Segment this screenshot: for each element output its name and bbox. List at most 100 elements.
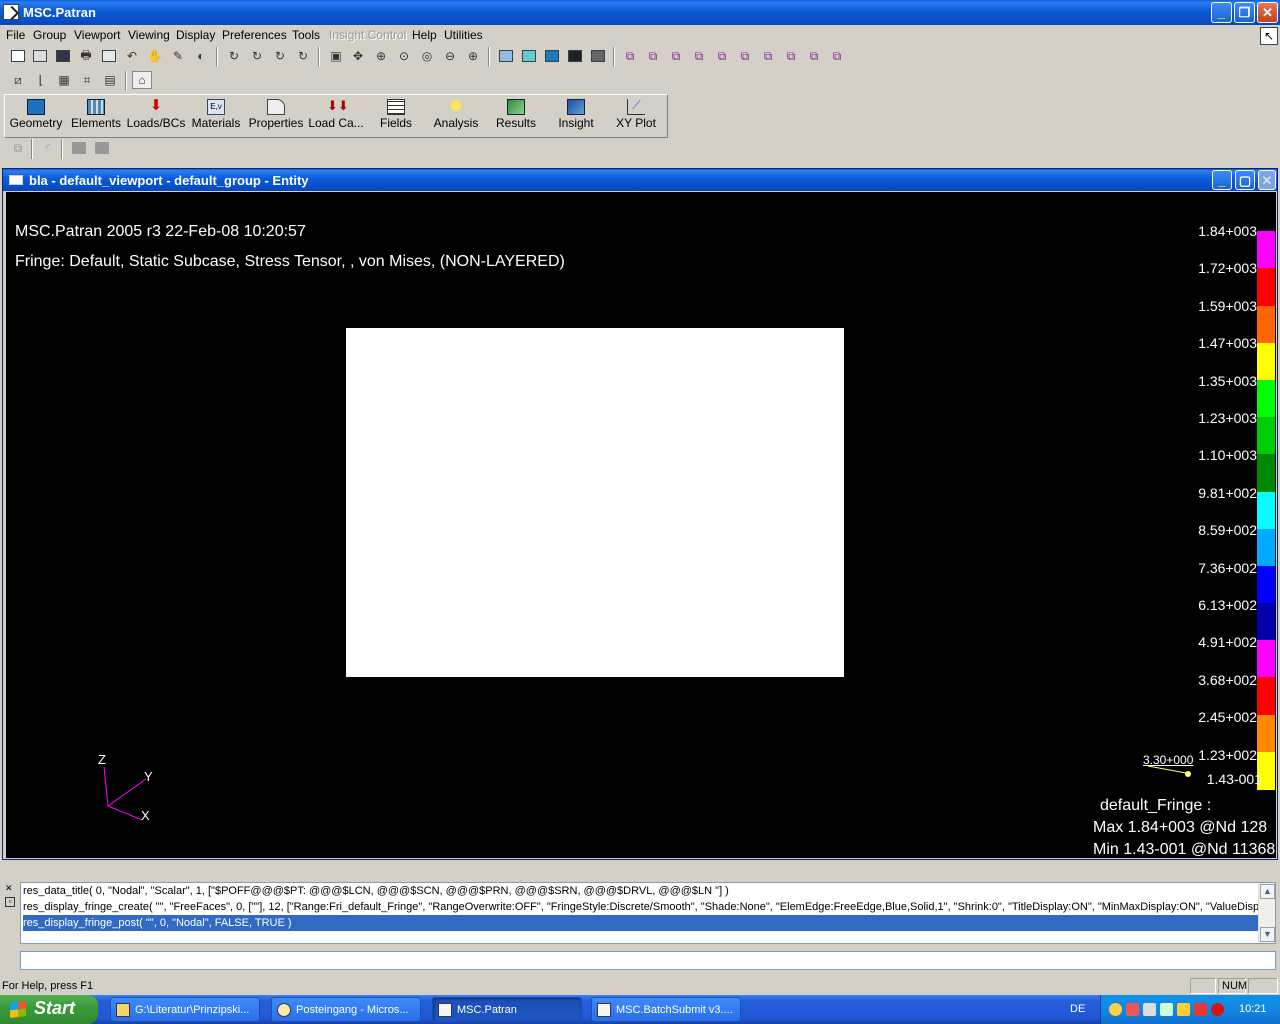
tray-icon-2[interactable] bbox=[1126, 1003, 1139, 1016]
task-outlook[interactable]: Posteingang - Micros... bbox=[271, 997, 421, 1022]
viewport-title-bar[interactable]: bla - default_viewport - default_group -… bbox=[3, 169, 1277, 191]
tray-icon-4[interactable] bbox=[1160, 1003, 1173, 1016]
save-icon[interactable] bbox=[53, 47, 73, 65]
command-history[interactable]: res_data_title( 0, "Nodal", "Scalar", 1,… bbox=[20, 882, 1276, 944]
close-button[interactable]: ✕ bbox=[1257, 2, 1278, 23]
iso-view-1-icon[interactable]: ⧉ bbox=[620, 47, 640, 65]
view-pick-icon[interactable]: ⊙ bbox=[394, 47, 414, 65]
history-line[interactable]: res_display_fringe_create( "", "FreeFace… bbox=[23, 899, 1259, 915]
clock[interactable]: 10:21 bbox=[1239, 1003, 1267, 1015]
module-fields[interactable]: Fields bbox=[366, 95, 426, 137]
language-indicator[interactable]: DE bbox=[1070, 1003, 1085, 1015]
module-properties[interactable]: Properties bbox=[246, 95, 306, 137]
tray-icon-5[interactable] bbox=[1177, 1003, 1190, 1016]
history-collapse-icon[interactable]: ▫ bbox=[5, 897, 15, 907]
module-analysis[interactable]: Analysis bbox=[426, 95, 486, 137]
disabled-arc-icon[interactable]: ◜ bbox=[38, 139, 58, 157]
restore-button[interactable]: ❐ bbox=[1234, 2, 1255, 23]
task-batchsubmit[interactable]: MSC.BatchSubmit v3.... bbox=[591, 997, 741, 1022]
bottom-view-icon[interactable]: ⧉ bbox=[781, 47, 801, 65]
menu-utilities[interactable]: Utilities bbox=[444, 28, 483, 42]
disabled-copy-icon[interactable]: ⧉ bbox=[8, 139, 28, 157]
menu-display[interactable]: Display bbox=[176, 28, 215, 42]
front-view-icon[interactable]: ⧉ bbox=[712, 47, 732, 65]
edit-tool-icon[interactable]: ✎ bbox=[168, 47, 188, 65]
minimize-button[interactable]: _ bbox=[1211, 2, 1232, 23]
print-icon[interactable]: 🖶 bbox=[76, 47, 96, 65]
tray-icon-6[interactable] bbox=[1194, 1003, 1207, 1016]
menu-viewing[interactable]: Viewing bbox=[128, 28, 170, 42]
rotate-x-icon[interactable]: ↻ bbox=[224, 47, 244, 65]
viewport-minimize-button[interactable]: _ bbox=[1212, 170, 1232, 190]
tray-icon-3[interactable] bbox=[1143, 1003, 1156, 1016]
module-results[interactable]: Results bbox=[486, 95, 546, 137]
history-expand-icon[interactable]: ✕ bbox=[5, 884, 15, 894]
menu-file[interactable]: File bbox=[6, 28, 25, 42]
tray-icon-7[interactable] bbox=[1211, 1003, 1224, 1016]
rotate-z-icon[interactable]: ↻ bbox=[270, 47, 290, 65]
menu-preferences[interactable]: Preferences bbox=[222, 28, 287, 42]
module-load-cases[interactable]: ⬇⬇ Load Ca... bbox=[306, 95, 366, 137]
hidden-line-icon[interactable] bbox=[519, 47, 539, 65]
tray-icon-1[interactable] bbox=[1109, 1003, 1122, 1016]
zoom-fit-icon[interactable]: ◎ bbox=[417, 47, 437, 65]
menu-insight-control[interactable]: Insight Control bbox=[329, 28, 406, 42]
show-labels-icon[interactable]: ⌗ bbox=[77, 71, 97, 89]
rotate-y-icon[interactable]: ↻ bbox=[247, 47, 267, 65]
open-file-icon[interactable] bbox=[30, 47, 50, 65]
history-line[interactable]: res_data_title( 0, "Nodal", "Scalar", 1,… bbox=[23, 883, 1259, 899]
left-view-icon[interactable]: ⧉ bbox=[804, 47, 824, 65]
gray-box-1-icon[interactable] bbox=[69, 139, 89, 157]
module-insight[interactable]: Insight bbox=[546, 95, 606, 137]
zoom-in-icon[interactable]: ⊕ bbox=[463, 47, 483, 65]
history-line-selected[interactable]: res_display_fringe_post( "", 0, "Nodal",… bbox=[23, 915, 1259, 931]
menu-help[interactable]: Help bbox=[412, 28, 437, 42]
undo-icon[interactable]: ↶ bbox=[122, 47, 142, 65]
help-pointer-icon[interactable]: ↖ bbox=[1260, 27, 1278, 45]
view-center-icon[interactable]: ⊕ bbox=[371, 47, 391, 65]
model-surface[interactable] bbox=[346, 328, 844, 677]
app-title-bar[interactable]: MSC.Patran _ ❐ ✕ bbox=[0, 0, 1280, 25]
zoom-out-icon[interactable]: ⊖ bbox=[440, 47, 460, 65]
copy-icon[interactable] bbox=[99, 47, 119, 65]
plot-erase-icon[interactable]: ⧄ bbox=[8, 71, 28, 89]
task-explorer[interactable]: G:\Literatur\Prinzipski... bbox=[110, 997, 260, 1022]
task-patran[interactable]: MSC.Patran bbox=[432, 997, 582, 1022]
shaded-smooth-icon[interactable] bbox=[542, 47, 562, 65]
right-view-icon[interactable]: ⧉ bbox=[827, 47, 847, 65]
label-control-icon[interactable]: ▤ bbox=[100, 71, 120, 89]
command-input[interactable] bbox=[20, 951, 1276, 970]
wireframe-icon[interactable] bbox=[496, 47, 516, 65]
reset-graphics-icon[interactable]: ⌊ bbox=[31, 71, 51, 89]
menu-group[interactable]: Group bbox=[33, 28, 66, 42]
viewport-maximize-button[interactable]: ▢ bbox=[1235, 170, 1255, 190]
shaded-flat-icon[interactable] bbox=[565, 47, 585, 65]
paint-icon[interactable]: ▦ bbox=[54, 71, 74, 89]
iso-view-2-icon[interactable]: ⧉ bbox=[643, 47, 663, 65]
home-icon[interactable]: ⌂ bbox=[132, 71, 152, 89]
module-materials[interactable]: E,ν Materials bbox=[186, 95, 246, 137]
menu-viewport[interactable]: Viewport bbox=[74, 28, 120, 42]
iso-view-4-icon[interactable]: ⧉ bbox=[689, 47, 709, 65]
module-elements[interactable]: Elements bbox=[66, 95, 126, 137]
module-loads-bcs[interactable]: ⬇ Loads/BCs bbox=[126, 95, 186, 137]
insight-tool-icon[interactable]: ◐ bbox=[191, 47, 211, 65]
menu-tools[interactable]: Tools bbox=[292, 28, 320, 42]
view-move-icon[interactable]: ✥ bbox=[348, 47, 368, 65]
rotate-free-icon[interactable]: ↻ bbox=[293, 47, 313, 65]
top-view-icon[interactable]: ⧉ bbox=[758, 47, 778, 65]
graphics-canvas[interactable]: MSC.Patran 2005 r3 22-Feb-08 10:20:57 Fr… bbox=[6, 192, 1276, 858]
view-cube-icon[interactable]: ▣ bbox=[326, 47, 346, 65]
viewport-close-button[interactable]: ✕ bbox=[1258, 170, 1276, 190]
module-geometry[interactable]: Geometry bbox=[6, 95, 66, 137]
patran-app-icon[interactable] bbox=[3, 4, 19, 20]
history-scrollbar[interactable]: ▲ ▼ bbox=[1258, 883, 1275, 943]
back-view-icon[interactable]: ⧉ bbox=[735, 47, 755, 65]
start-button[interactable]: Start bbox=[0, 995, 98, 1024]
gray-box-2-icon[interactable] bbox=[92, 139, 112, 157]
scroll-up-icon[interactable]: ▲ bbox=[1260, 884, 1275, 899]
refresh-view-icon[interactable] bbox=[588, 47, 608, 65]
pan-hand-icon[interactable]: ✋ bbox=[145, 47, 165, 65]
scroll-down-icon[interactable]: ▼ bbox=[1260, 927, 1275, 942]
iso-view-3-icon[interactable]: ⧉ bbox=[666, 47, 686, 65]
